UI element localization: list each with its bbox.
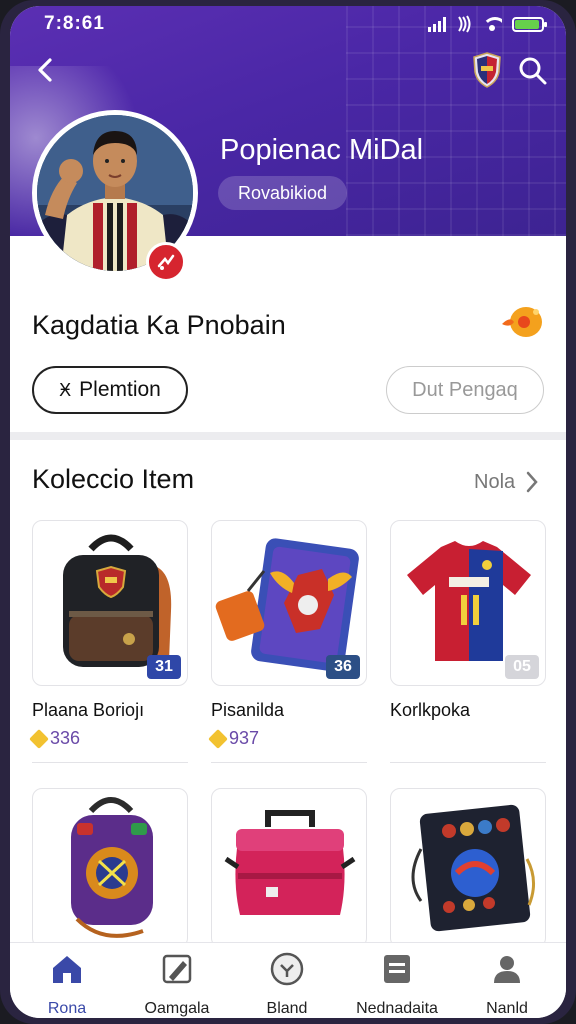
collection-item-card[interactable] [211, 788, 367, 948]
back-arrow-icon[interactable] [32, 56, 60, 84]
profile-icon [494, 956, 520, 983]
item-name: Pisanilda [211, 700, 285, 720]
nfc-icon [458, 15, 471, 33]
premium-chip[interactable]: Ӿ Plemtion [32, 366, 188, 414]
see-more-label: Nola [474, 470, 516, 493]
premium-chip-label: Plemtion [79, 378, 161, 401]
item-divider [32, 762, 188, 763]
quantity-badge: 36 [326, 655, 360, 679]
kids-backpack-icon [71, 797, 153, 938]
fire-emoji-icon[interactable] [500, 302, 544, 342]
search-icon[interactable] [518, 56, 548, 86]
user-display-name: Kagdatia Ka Pnobain [32, 310, 286, 340]
nav-label: Nednadaita [356, 1000, 438, 1017]
status-bar: 7:8:61 [10, 6, 566, 42]
secondary-action-label: Dut Pengaq [412, 378, 518, 401]
quantity-badge: 05 [505, 655, 539, 679]
item-name: Korlkpoka [390, 700, 471, 720]
nav-label: Oamgala [144, 1000, 210, 1017]
nav-label: Bland [266, 1000, 308, 1017]
nav-item-documents[interactable]: Nednadaita [342, 951, 452, 1018]
status-icons [428, 15, 547, 33]
item-divider [211, 762, 367, 763]
item-price: 336 [29, 728, 81, 749]
item-price-value: 336 [50, 728, 81, 748]
nav-item-profile[interactable]: Nanld [452, 951, 562, 1018]
collection-item-card[interactable]: 31 [32, 520, 188, 686]
coin-icon [29, 728, 49, 749]
app-screen: 7:8:61 Popienac MiDal Rovabikiod Kagdati… [10, 6, 566, 1018]
edit-icon [162, 954, 192, 984]
cooler-bag-icon [224, 810, 356, 915]
home-icon [53, 956, 81, 983]
verified-badge-icon [146, 242, 186, 282]
nav-label: Rona [47, 1000, 87, 1017]
item-price: 937 [208, 728, 260, 749]
collection-item-card[interactable] [32, 788, 188, 948]
nav-label: Nanld [486, 1000, 528, 1017]
collection-item-card[interactable]: 36 [211, 520, 367, 686]
quantity-badge: 31 [147, 655, 181, 679]
memorabilia-case-icon [411, 804, 535, 932]
coin-icon [208, 728, 228, 749]
see-more-link[interactable]: Nola [474, 470, 539, 494]
wifi-icon [482, 17, 502, 31]
item-divider [390, 762, 546, 763]
premium-icon: Ӿ [59, 379, 72, 400]
collection-section-title: Koleccio Item [32, 464, 195, 494]
document-icon [384, 955, 410, 983]
phone-frame: 7:8:61 Popienac MiDal Rovabikiod Kagdati… [0, 0, 576, 1024]
item-price-value: 937 [229, 728, 260, 748]
section-divider [10, 432, 566, 440]
profile-name: Popienac MiDal [220, 134, 424, 166]
collection-item-card[interactable] [390, 788, 546, 948]
status-time: 7:8:61 [44, 13, 105, 34]
nav-item-ball[interactable]: Bland [232, 951, 342, 1018]
bottom-nav: Rona Oamgala Bland Nednadaita Nanld [10, 942, 566, 1018]
secondary-action-button[interactable]: Dut Pengaq [386, 366, 544, 414]
profile-status-pill[interactable]: Rovabikiod [218, 176, 348, 210]
nav-item-edit[interactable]: Oamgala [122, 951, 232, 1018]
club-crest-icon[interactable] [472, 52, 502, 88]
item-name: Plaana Boriojı [32, 700, 145, 720]
ball-icon [270, 952, 304, 986]
collection-item-card[interactable]: 05 [390, 520, 546, 686]
battery-icon [512, 16, 547, 32]
chevron-right-icon [526, 471, 538, 493]
nav-item-home[interactable]: Rona [12, 951, 122, 1018]
signal-icon [428, 16, 446, 32]
